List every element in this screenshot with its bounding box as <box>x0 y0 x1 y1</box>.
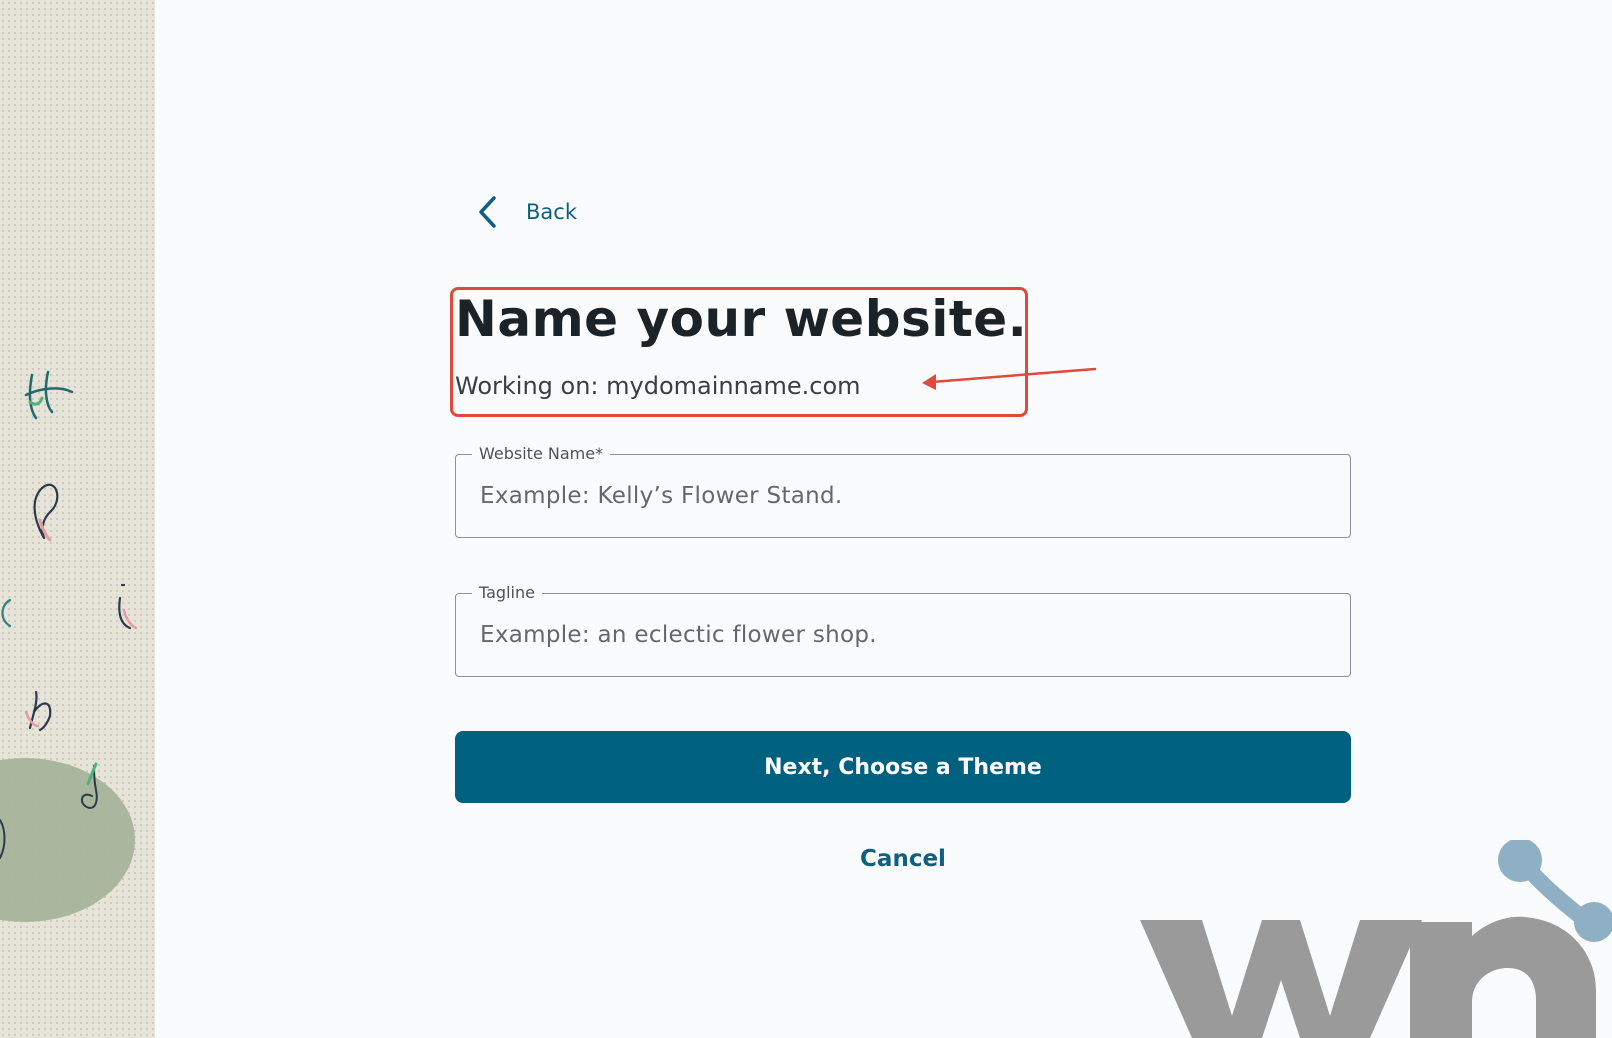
next-choose-theme-button[interactable]: Next, Choose a Theme <box>455 731 1351 803</box>
website-name-label: Website Name* <box>472 444 611 463</box>
annotation-highlight-box <box>450 287 1028 417</box>
decorative-side-panel <box>0 0 155 1038</box>
tagline-label: Tagline <box>472 583 542 602</box>
website-name-input[interactable] <box>456 455 1350 537</box>
calligraphy-illustration <box>0 370 138 922</box>
back-link-label: Back <box>526 200 577 224</box>
website-name-field: Website Name* <box>455 444 1351 538</box>
tagline-input[interactable] <box>456 594 1350 676</box>
tagline-field: Tagline <box>455 583 1351 677</box>
page: Back Name your website. Working on: mydo… <box>0 0 1612 1038</box>
back-link[interactable]: Back <box>476 195 577 229</box>
wp-logo-watermark <box>1140 840 1612 1038</box>
chevron-left-icon <box>479 196 496 228</box>
annotation-arrow-icon <box>922 367 1097 390</box>
